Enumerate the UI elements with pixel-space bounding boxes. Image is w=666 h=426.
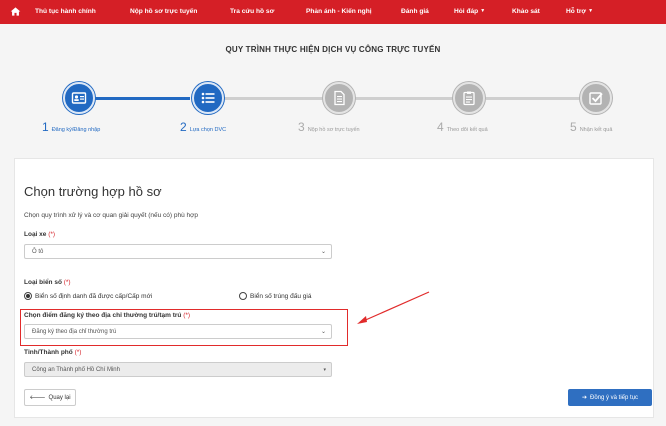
step-1-label: 1 Đăng ký/Đăng nhập: [42, 120, 101, 134]
checkbox-icon: [589, 92, 603, 105]
stepper-line-todo: [486, 97, 584, 100]
plate-type-option-auction[interactable]: Biển số trúng đấu giá: [239, 292, 311, 300]
id-card-icon: [71, 92, 87, 104]
province-label: Tỉnh/Thành phố (*): [24, 349, 82, 356]
document-icon: [334, 90, 345, 106]
province-select[interactable]: Công an Thành phố Hồ Chí Minh ▾: [24, 362, 332, 377]
step-5-circle: [580, 82, 612, 114]
annotation-arrow-icon: [357, 291, 430, 324]
step-4-circle: [453, 82, 485, 114]
radio-checked[interactable]: [24, 292, 32, 300]
arrow-left-icon: 🡐: [29, 395, 46, 401]
back-button[interactable]: 🡐 Quay lại: [24, 389, 76, 406]
caret-down-icon: ▾: [323, 367, 326, 373]
nav-item-rating[interactable]: Đánh giá: [401, 8, 429, 15]
nav-item-lookup[interactable]: Tra cứu hồ sơ: [230, 8, 274, 15]
plate-type-radio-group: Biển số định danh đã được cấp/Cấp mới Bi…: [24, 292, 344, 304]
stepper-line-todo: [222, 97, 324, 100]
clipboard-icon: [463, 91, 475, 106]
chevron-down-icon: ⌄: [320, 329, 326, 335]
step-3-label: 3 Nộp hồ sơ trực tuyến: [298, 120, 360, 134]
plate-type-label: Loại biển số (*): [24, 279, 71, 286]
radio-unchecked[interactable]: [239, 292, 247, 300]
page-title: QUY TRÌNH THỰC HIỆN DỊCH VỤ CÔNG TRỰC TU…: [225, 45, 441, 54]
stepper-line-todo: [354, 97, 456, 100]
vehicle-type-label: Loại xe (*): [24, 231, 56, 238]
step-2-circle: [192, 82, 224, 114]
nav-item-faq[interactable]: Hỏi đáp ▼: [454, 8, 485, 15]
stepper-line-done: [80, 97, 190, 100]
step-4-label: 4 Theo dõi kết quả: [437, 120, 488, 134]
registration-place-select[interactable]: Đăng ký theo địa chỉ thường trú ⌄: [24, 324, 332, 339]
process-stepper: 1 Đăng ký/Đăng nhập 2 Lựa chọn DVC 3 Nộp hồ…: [0, 80, 666, 140]
top-nav: Thủ tục hành chính Nộp hồ sơ trực tuyến …: [0, 0, 666, 24]
home-icon[interactable]: [0, 6, 30, 17]
form-title: Chọn trường hợp hồ sơ: [24, 184, 162, 199]
agree-continue-button[interactable]: ➔ Đồng ý và tiếp tục: [568, 389, 652, 406]
registration-place-label: Chọn điểm đăng ký theo địa chỉ thường tr…: [24, 312, 191, 319]
chevron-down-icon: ▼: [480, 8, 486, 14]
nav-item-submit-online[interactable]: Nộp hồ sơ trực tuyến: [130, 8, 197, 15]
step-2-label: 2 Lựa chọn DVC: [180, 120, 227, 134]
form-panel: Chọn trường hợp hồ sơ Chọn quy trình xử …: [14, 158, 654, 418]
step-3-circle: [323, 82, 355, 114]
nav-item-procedures[interactable]: Thủ tục hành chính: [35, 8, 96, 15]
step-5-label: 5 Nhận kết quả: [570, 120, 613, 134]
form-description: Chọn quy trình xử lý và cơ quan giải quy…: [24, 212, 199, 219]
nav-item-feedback[interactable]: Phản ánh - Kiến nghị: [306, 8, 372, 15]
step-1-circle: [63, 82, 95, 114]
arrow-right-circle-icon: ➔: [581, 395, 587, 401]
vehicle-type-select[interactable]: Ô tô ⌄: [24, 244, 332, 259]
list-icon: [201, 92, 215, 104]
chevron-down-icon: ⌄: [320, 249, 326, 255]
nav-item-support[interactable]: Hỗ trợ ▼: [566, 8, 593, 15]
chevron-down-icon: ▼: [588, 8, 594, 14]
plate-type-option-assigned[interactable]: Biển số định danh đã được cấp/Cấp mới: [24, 292, 152, 300]
nav-item-survey[interactable]: Khảo sát: [512, 8, 540, 15]
